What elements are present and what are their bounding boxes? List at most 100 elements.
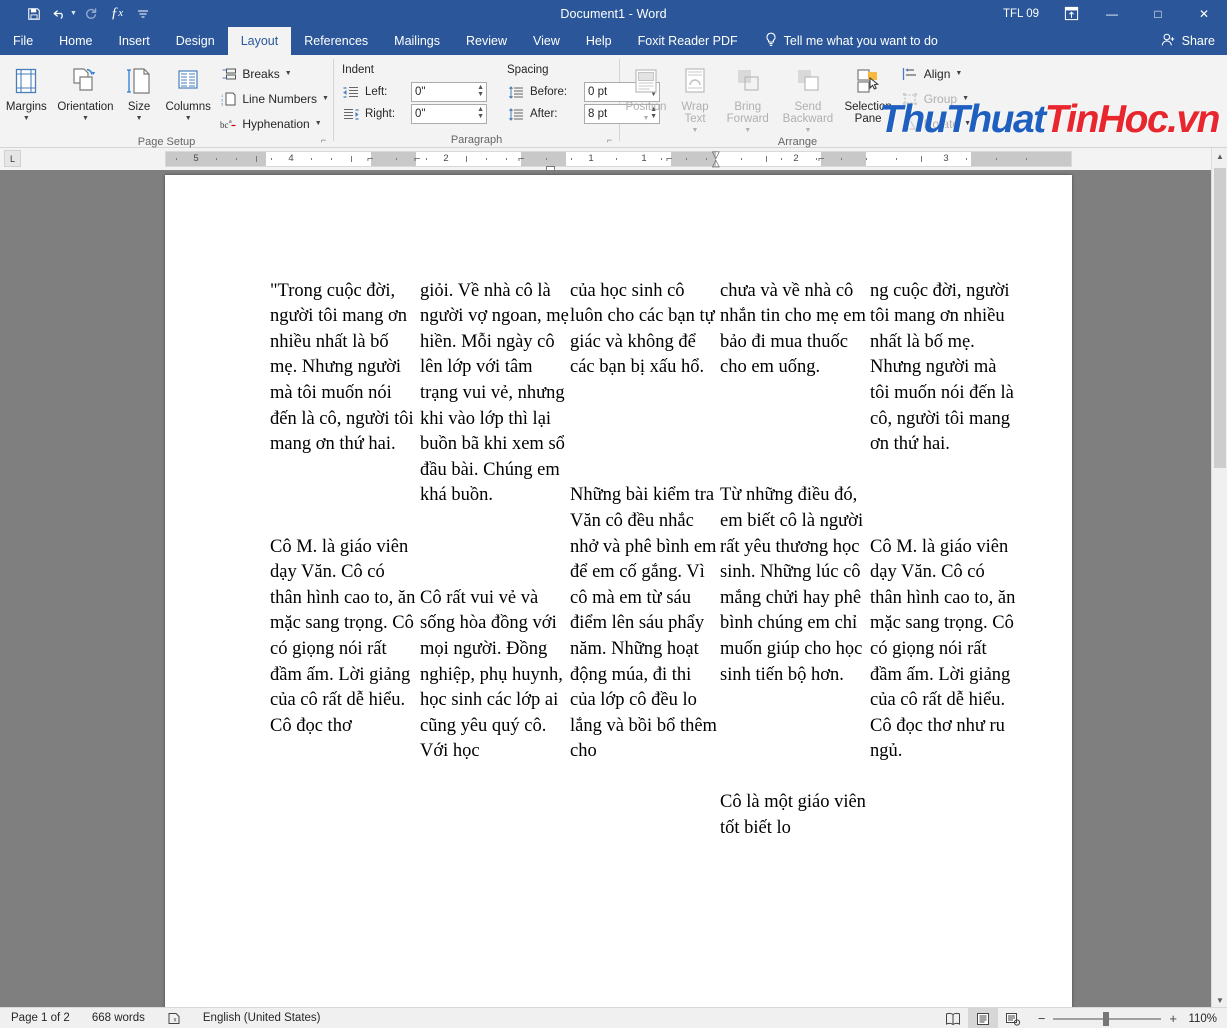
hyphenation-dropdown-icon[interactable]: ▼	[315, 120, 322, 127]
indent-right-input[interactable]	[412, 105, 472, 123]
orientation-dropdown-icon[interactable]: ▼	[82, 114, 89, 123]
align-button[interactable]: Align ▼	[898, 61, 975, 86]
zoom-slider-track[interactable]	[1053, 1011, 1162, 1026]
margins-button[interactable]: Margins ▼	[0, 59, 53, 123]
zoom-slider-control[interactable]: − +	[1028, 1011, 1187, 1026]
text-column-5[interactable]: ng cuộc đời, người tôi mang ơn nhiều nhấ…	[870, 175, 1020, 1008]
text-column-1[interactable]: "Trong cuộc đời, người tôi mang ơn nhiều…	[270, 175, 420, 1008]
page-indicator[interactable]: Page 1 of 2	[0, 1008, 81, 1028]
scroll-up-button[interactable]: ▲	[1212, 148, 1227, 164]
position-button[interactable]: Position ▼	[620, 59, 672, 123]
read-mode-view-button[interactable]	[938, 1008, 968, 1028]
tab-review[interactable]: Review	[453, 27, 520, 55]
ruler-number-3-right: 3	[943, 153, 949, 164]
web-layout-view-button[interactable]	[998, 1008, 1028, 1028]
ribbon-display-options-icon[interactable]	[1053, 0, 1089, 27]
share-button[interactable]: Share	[1161, 27, 1215, 55]
print-layout-view-button[interactable]	[967, 1008, 998, 1028]
word-count[interactable]: 668 words	[81, 1008, 156, 1028]
indent-left-stepper[interactable]: ▲ ▼	[477, 84, 484, 98]
breaks-dropdown-icon[interactable]: ▼	[285, 70, 292, 77]
horizontal-ruler[interactable]: 5 4 2 1 1 2 3 ⌐ ⌐ ⌐ ⌐ ⌐ ▽ △	[165, 150, 1072, 169]
ruler-column-marker-3[interactable]: ⌐	[518, 152, 524, 166]
margins-dropdown-icon[interactable]: ▼	[23, 114, 30, 123]
hyphenation-button[interactable]: bc a Hyphenation ▼	[216, 111, 333, 136]
send-backward-button[interactable]: Send Backward ▼	[777, 59, 838, 135]
orientation-button[interactable]: Orientation ▼	[53, 59, 118, 123]
lightbulb-icon	[765, 32, 777, 50]
zoom-slider-thumb[interactable]	[1103, 1011, 1110, 1026]
text-columns-container: "Trong cuộc đời, người tôi mang ơn nhiều…	[165, 175, 1072, 1008]
breaks-button[interactable]: Breaks ▼	[216, 61, 333, 86]
tab-design[interactable]: Design	[163, 27, 228, 55]
columns-dropdown-icon[interactable]: ▼	[185, 114, 192, 123]
tab-layout[interactable]: Layout	[227, 27, 292, 55]
zoom-level-label[interactable]: 110%	[1187, 1013, 1227, 1025]
tab-view[interactable]: View	[520, 27, 573, 55]
bring-forward-button[interactable]: Bring Forward ▼	[718, 59, 777, 135]
wrap-text-button[interactable]: Wrap Text ▼	[672, 59, 718, 135]
bring-forward-dropdown-icon[interactable]: ▼	[744, 126, 751, 135]
indent-left-spinner[interactable]: ▲▼	[411, 82, 487, 102]
vertical-scrollbar[interactable]: ▲ ▼	[1211, 148, 1227, 1008]
tab-references[interactable]: References	[291, 27, 381, 55]
site-watermark: ThuThuatTinHoc.vn	[879, 98, 1220, 142]
line-numbers-dropdown-icon[interactable]: ▼	[322, 95, 329, 102]
tab-home[interactable]: Home	[46, 27, 105, 55]
tab-help[interactable]: Help	[573, 27, 625, 55]
scrollbar-thumb[interactable]	[1214, 168, 1226, 468]
text-column-4[interactable]: chưa và về nhà cô nhắn tin cho mẹ em bảo…	[720, 175, 870, 1008]
paragraph-group-label: Paragraph ⌐	[334, 131, 619, 148]
zoom-in-button[interactable]: +	[1169, 1011, 1177, 1026]
columns-button[interactable]: Columns ▼	[160, 59, 216, 123]
close-button[interactable]: ✕	[1181, 0, 1227, 27]
paragraph-dialog-launcher[interactable]: ⌐	[604, 135, 615, 146]
wrap-text-dropdown-icon[interactable]: ▼	[692, 126, 699, 135]
ruler-column-marker-4[interactable]: ⌐	[666, 152, 672, 166]
paragraph-4-2: Từ những điều đó, em biết cô là người rấ…	[720, 485, 864, 685]
ruler-column-marker-2[interactable]: ⌐	[414, 152, 420, 166]
send-backward-icon	[793, 62, 823, 100]
line-numbers-button[interactable]: 123 Line Numbers ▼	[216, 86, 333, 111]
ruler-column-marker-5[interactable]: ⌐	[818, 152, 824, 166]
ruler-column-marker-1[interactable]: ⌐	[367, 152, 373, 166]
tab-insert[interactable]: Insert	[106, 27, 163, 55]
wrap-text-icon	[680, 62, 710, 100]
hanging-indent-marker[interactable]: △	[712, 158, 720, 169]
align-dropdown-icon[interactable]: ▼	[955, 70, 962, 77]
text-column-2[interactable]: giỏi. Về nhà cô là người vợ ngoan, mẹ hi…	[420, 175, 570, 1008]
paragraph-2-1: giỏi. Về nhà cô là người vợ ngoan, mẹ hi…	[420, 280, 569, 506]
svg-text:3: 3	[221, 101, 224, 106]
indent-right-spinner[interactable]: ▲▼	[411, 104, 487, 124]
watermark-blue-text: ThuThuat	[879, 98, 1046, 141]
scroll-down-button[interactable]: ▼	[1212, 992, 1227, 1008]
proofing-errors-icon[interactable]: x	[156, 1008, 192, 1028]
zoom-out-button[interactable]: −	[1038, 1011, 1046, 1026]
size-dropdown-icon[interactable]: ▼	[136, 114, 143, 123]
ruler-number-1-left: 1	[588, 153, 594, 164]
text-column-3[interactable]: của học sinh cô luôn cho các bạn tự giác…	[570, 175, 720, 1008]
tab-foxit-reader-pdf[interactable]: Foxit Reader PDF	[625, 27, 751, 55]
indent-right-stepper[interactable]: ▲ ▼	[477, 106, 484, 120]
tell-me-search[interactable]: Tell me what you want to do	[765, 27, 938, 55]
tell-me-label: Tell me what you want to do	[783, 34, 938, 48]
document-canvas[interactable]: "Trong cuộc đời, người tôi mang ơn nhiều…	[0, 170, 1227, 1008]
minimize-button[interactable]: —	[1089, 0, 1135, 27]
account-name[interactable]: TFL 09	[1003, 8, 1053, 20]
size-button[interactable]: Size ▼	[118, 59, 160, 123]
page-setup-dialog-launcher[interactable]: ⌐	[318, 135, 329, 146]
tab-file[interactable]: File	[0, 27, 46, 55]
tab-mailings[interactable]: Mailings	[381, 27, 453, 55]
selection-pane-icon	[853, 62, 883, 100]
word-application-window: ▼ ƒx Document1 - Word TFL 09 — □ ✕ File …	[0, 0, 1227, 1028]
maximize-button[interactable]: □	[1135, 0, 1181, 27]
paragraph-group-title: Paragraph	[450, 133, 503, 146]
position-dropdown-icon[interactable]: ▼	[642, 114, 649, 123]
document-page-1[interactable]: "Trong cuộc đời, người tôi mang ơn nhiều…	[165, 175, 1072, 1008]
send-backward-dropdown-icon[interactable]: ▼	[804, 126, 811, 135]
tab-stop-selector[interactable]: L	[4, 150, 21, 167]
align-label: Align	[923, 66, 951, 81]
paragraph-4-3: Cô là một giáo viên tốt biết lo	[720, 792, 866, 839]
indent-left-input[interactable]	[412, 83, 472, 101]
language-indicator[interactable]: English (United States)	[192, 1008, 332, 1028]
